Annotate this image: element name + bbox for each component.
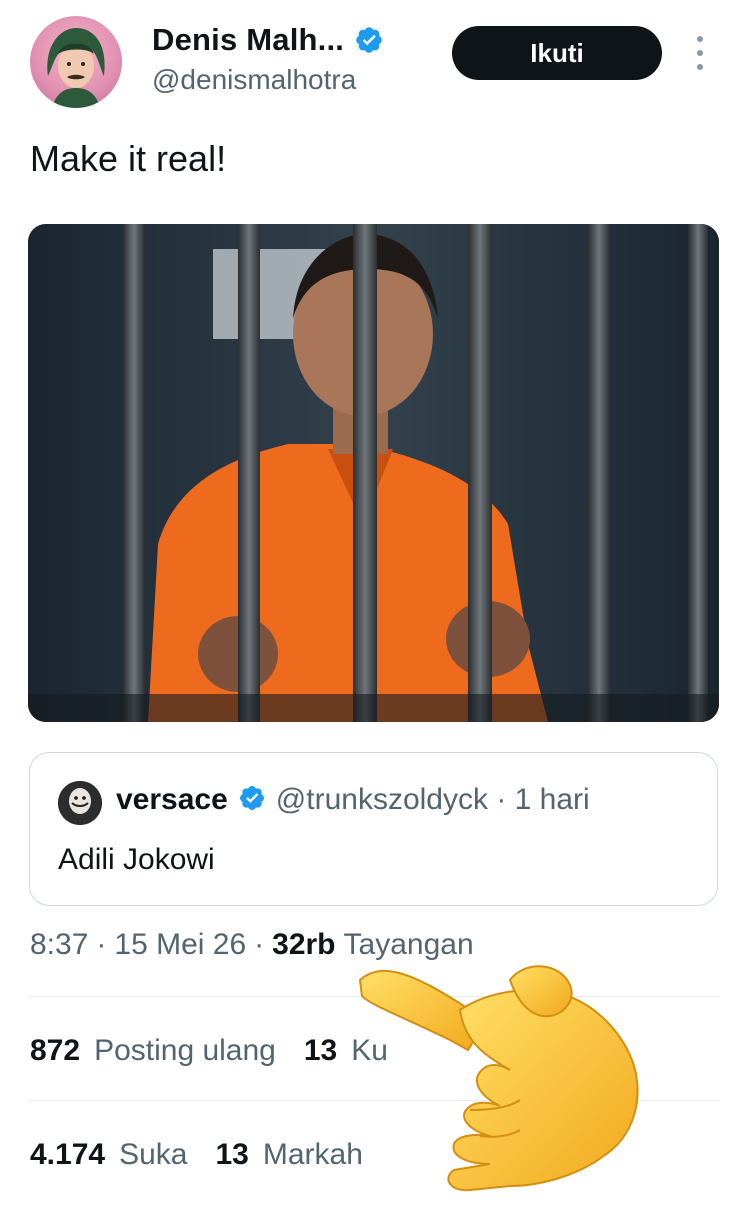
engagement-row-1: 872 Posting ulang 13 Ku (30, 1034, 388, 1068)
quoted-author-name: versace (116, 783, 228, 816)
views-count: 32rb (272, 928, 336, 961)
reposts-count: 872 (30, 1034, 81, 1067)
quoted-verified-badge-icon (238, 784, 266, 817)
quoted-handle-time: @trunkszoldyck · 1 hari (275, 783, 590, 816)
quoted-tweet-text: Adili Jokowi (58, 843, 215, 876)
quoted-author-avatar (58, 781, 102, 825)
tweet-date[interactable]: 15 Mei 26 (114, 928, 246, 962)
author-name-text: Denis Malh... (152, 22, 345, 57)
author-display-name[interactable]: Denis Malh... (152, 22, 384, 58)
quoted-tweet[interactable]: versace @trunkszoldyck · 1 hari Adili Jo… (29, 752, 718, 906)
reposts-label: Posting ulang (94, 1034, 276, 1067)
bookmarks-stat[interactable]: 13 Markah (215, 1138, 362, 1172)
tweet-time[interactable]: 8:37 (30, 928, 88, 962)
pointing-hand-icon (350, 950, 650, 1200)
meta-separator: · (254, 928, 265, 961)
follow-button[interactable]: Ikuti (452, 26, 662, 80)
bookmarks-label: Markah (262, 1138, 363, 1171)
engagement-row-2: 4.174 Suka 13 Markah (30, 1138, 363, 1172)
verified-badge-icon (354, 25, 384, 55)
likes-count: 4.174 (30, 1138, 106, 1171)
author-handle[interactable]: @denismalhotra (152, 64, 356, 96)
author-avatar[interactable] (30, 16, 122, 108)
more-options-icon[interactable] (690, 36, 710, 70)
tweet-text: Make it real! (30, 138, 227, 179)
bookmarks-count: 13 (215, 1138, 249, 1171)
likes-label: Suka (119, 1138, 188, 1171)
reposts-stat[interactable]: 872 Posting ulang (30, 1034, 276, 1068)
meta-separator: · (96, 928, 107, 961)
likes-stat[interactable]: 4.174 Suka (30, 1138, 187, 1172)
tweet-image[interactable] (28, 224, 719, 722)
quotes-count: 13 (303, 1034, 338, 1067)
